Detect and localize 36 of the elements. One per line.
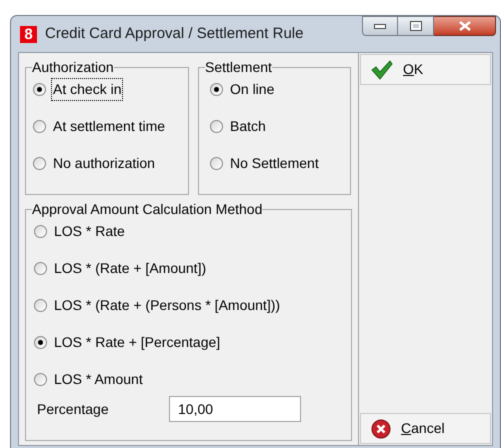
maximize-icon [410,21,422,31]
radio-label[interactable]: LOS * (Rate + (Persons * [Amount])) [53,295,282,316]
minimize-button[interactable] [362,16,398,36]
check-icon [371,60,393,80]
cancel-icon [371,418,391,438]
radio-label[interactable]: At settlement time [52,116,166,137]
radio-button[interactable] [210,157,223,170]
radio-button[interactable] [34,299,47,312]
radio-label[interactable]: LOS * Rate [53,221,126,242]
cancel-button[interactable]: Cancel [360,413,491,444]
radio-label[interactable]: LOS * Amount [53,369,144,390]
ok-button[interactable]: OK [360,54,491,85]
radio-label[interactable]: LOS * (Rate + [Amount]) [53,258,208,279]
radio-button[interactable] [34,262,47,275]
close-button[interactable] [434,16,496,36]
app-icon: 8 [20,26,37,42]
radio-label[interactable]: LOS * Rate + [Percentage] [53,332,222,353]
radio-label[interactable]: On line [229,79,276,100]
radio-button[interactable] [34,373,47,386]
radio-button[interactable] [34,225,47,238]
maximize-button[interactable] [398,16,434,36]
radio-button[interactable] [34,336,47,349]
radio-button[interactable] [33,157,46,170]
window-title: Credit Card Approval / Settlement Rule [45,24,304,44]
radio-label[interactable]: At check in [52,79,122,100]
radio-label[interactable]: No authorization [52,153,156,174]
percentage-label: Percentage [37,400,110,419]
close-icon [458,21,470,31]
radio-button[interactable] [210,120,223,133]
radio-label[interactable]: Batch [229,116,267,137]
minimize-icon [374,24,386,28]
radio-label[interactable]: No Settlement [229,153,320,174]
percentage-field[interactable]: 10,00 [169,396,301,422]
radio-button[interactable] [210,83,223,96]
radio-button[interactable] [33,120,46,133]
radio-button[interactable] [33,83,46,96]
